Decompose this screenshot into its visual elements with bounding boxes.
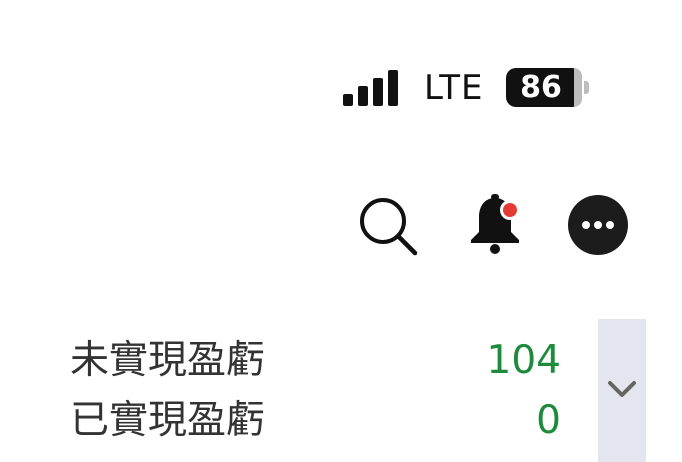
network-type: LTE xyxy=(424,68,484,108)
bell-icon[interactable] xyxy=(464,192,526,256)
chevron-down-icon xyxy=(608,381,636,397)
search-icon[interactable] xyxy=(357,195,419,257)
battery-icon: 86 xyxy=(506,68,589,107)
realized-pnl-value: 0 xyxy=(536,398,561,443)
notification-dot xyxy=(503,203,517,217)
expand-toggle-button[interactable] xyxy=(598,319,646,462)
battery-level: 86 xyxy=(520,70,562,105)
realized-pnl-label: 已實現盈虧 xyxy=(70,398,266,443)
signal-icon xyxy=(343,70,403,106)
unrealized-pnl-value: 104 xyxy=(486,338,561,383)
more-icon[interactable] xyxy=(567,194,629,256)
unrealized-pnl-label: 未實現盈虧 xyxy=(70,338,266,383)
